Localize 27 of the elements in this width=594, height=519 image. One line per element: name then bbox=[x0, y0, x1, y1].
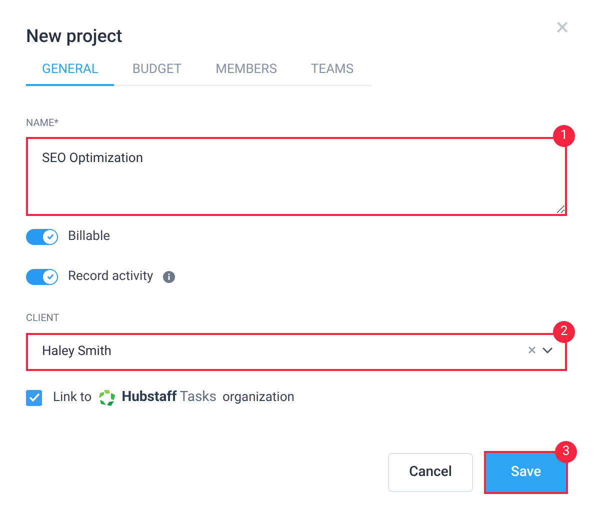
check-icon bbox=[46, 272, 54, 282]
close-button[interactable]: × bbox=[556, 15, 569, 39]
name-field[interactable]: SEO Optimization bbox=[26, 137, 567, 216]
brand-name: Hubstaff Tasks bbox=[122, 388, 216, 407]
logo-icon bbox=[98, 388, 116, 406]
callout-badge: 3 bbox=[555, 441, 577, 463]
dialog-title: New project bbox=[26, 25, 122, 49]
toggle-label: Billable bbox=[68, 228, 110, 246]
tab[interactable]: GENERAL bbox=[26, 56, 114, 86]
chevron-down-icon[interactable] bbox=[542, 347, 553, 354]
tab[interactable]: MEMBERS bbox=[200, 56, 293, 86]
clear-icon[interactable] bbox=[528, 346, 536, 354]
info-icon[interactable] bbox=[163, 270, 176, 283]
field-label: CLIENT bbox=[26, 312, 60, 326]
checkbox[interactable] bbox=[26, 390, 42, 406]
callout-badge: 2 bbox=[553, 321, 575, 343]
option-label: organization bbox=[222, 388, 294, 407]
cancel-button[interactable]: Cancel bbox=[388, 453, 473, 492]
field-label: NAME* bbox=[26, 117, 58, 131]
option-label: Link to bbox=[53, 388, 92, 407]
toggle-label: Record activity bbox=[68, 268, 154, 286]
toggle-switch[interactable] bbox=[26, 228, 58, 245]
callout-badge: 1 bbox=[553, 125, 575, 147]
tab[interactable]: TEAMS bbox=[294, 56, 370, 86]
check-icon bbox=[46, 232, 54, 242]
toggle-switch[interactable] bbox=[26, 268, 58, 285]
tab[interactable]: BUDGET bbox=[116, 56, 198, 86]
